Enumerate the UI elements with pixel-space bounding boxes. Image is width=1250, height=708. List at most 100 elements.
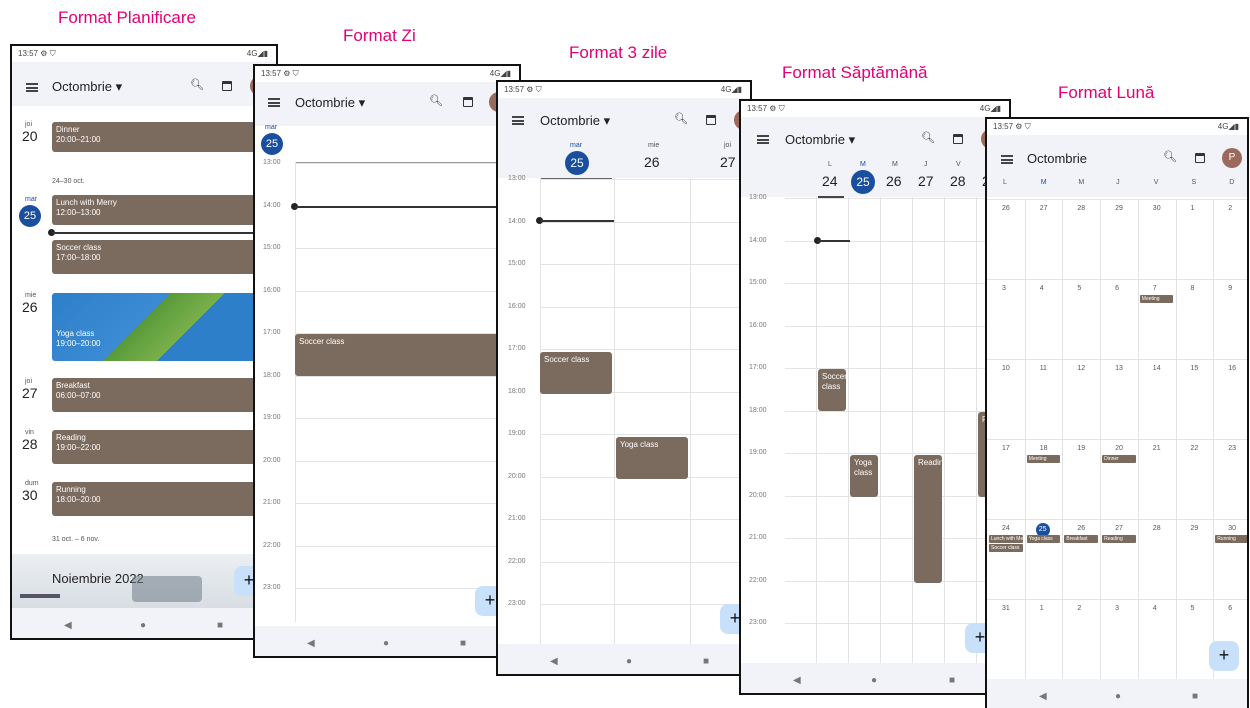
day-number[interactable]: 28 — [1077, 205, 1085, 212]
search-icon[interactable]: 🔍︎ — [190, 78, 204, 91]
day-number[interactable]: 14 — [1153, 365, 1161, 372]
day-number[interactable]: 27 — [1040, 205, 1048, 212]
menu-icon[interactable] — [268, 98, 280, 107]
event-card[interactable]: Soccer class — [295, 334, 519, 376]
today-circle[interactable]: 25 — [261, 133, 283, 155]
event-card[interactable]: Yoga class — [616, 437, 688, 479]
event-card[interactable]: Yoga class — [850, 455, 878, 497]
month-event-chip[interactable]: Running — [1215, 535, 1247, 543]
menu-icon[interactable] — [757, 135, 769, 144]
event-card[interactable]: Soccer class 17:00–18:00 — [52, 240, 276, 274]
day-number[interactable]: 30 — [1228, 525, 1236, 532]
day-number[interactable]: 3 — [1115, 605, 1119, 612]
day-number[interactable]: 21 — [1153, 445, 1161, 452]
day-number[interactable]: 17 — [1002, 445, 1010, 452]
home-icon[interactable]: ● — [383, 638, 389, 649]
event-card[interactable]: Reading — [914, 455, 942, 583]
day-number[interactable]: 6 — [1115, 285, 1119, 292]
day-number[interactable]: 4 — [1153, 605, 1157, 612]
day-number[interactable]: 26 — [1077, 525, 1085, 532]
menu-icon[interactable] — [512, 116, 524, 125]
day-number[interactable]: 31 — [1002, 605, 1010, 612]
search-icon[interactable]: 🔍︎ — [429, 94, 443, 107]
day-number[interactable]: 18 — [1040, 445, 1048, 452]
recents-icon[interactable]: ■ — [949, 675, 955, 686]
day-number[interactable]: 7 — [1153, 285, 1157, 292]
month-selector[interactable]: Octombrie ▾ — [295, 95, 365, 111]
day-number[interactable]: 13 — [1115, 365, 1123, 372]
today-icon[interactable] — [222, 81, 232, 91]
home-icon[interactable]: ● — [1115, 691, 1121, 702]
back-icon[interactable]: ◀ — [550, 656, 558, 667]
day-number[interactable]: 16 — [1228, 365, 1236, 372]
day-number[interactable]: 12 — [1077, 365, 1085, 372]
month-event-chip[interactable]: Breakfast — [1064, 535, 1099, 543]
month-selector[interactable]: Octombrie ▾ — [52, 79, 122, 95]
event-card[interactable]: Running 18:00–20:00 — [52, 482, 276, 516]
day-number[interactable]: 24 — [1002, 525, 1010, 532]
today-icon[interactable] — [463, 97, 473, 107]
day-number[interactable]: 26 — [1002, 205, 1010, 212]
month-event-chip[interactable]: Lunch with Merry — [989, 535, 1023, 543]
back-icon[interactable]: ◀ — [793, 675, 801, 686]
month-selector[interactable]: Octombrie ▾ — [785, 132, 855, 148]
day-number[interactable]: 29 — [1115, 205, 1123, 212]
today-icon[interactable] — [1195, 153, 1205, 163]
day-number[interactable]: 5 — [1191, 605, 1195, 612]
today-icon[interactable] — [706, 115, 716, 125]
day-number[interactable]: 5 — [1077, 285, 1081, 292]
recents-icon[interactable]: ■ — [460, 638, 466, 649]
day-number[interactable]: 4 — [1040, 285, 1044, 292]
day-number[interactable]: 15 — [1191, 365, 1199, 372]
recents-icon[interactable]: ■ — [217, 620, 223, 631]
back-icon[interactable]: ◀ — [307, 638, 315, 649]
menu-icon[interactable] — [1001, 155, 1013, 164]
day-number[interactable]: 23 — [1228, 445, 1236, 452]
day-number[interactable]: 2 — [1228, 205, 1232, 212]
event-card[interactable]: Soccer class — [540, 352, 612, 394]
create-event-button[interactable]: + — [1209, 641, 1239, 671]
event-card[interactable]: Soccer class — [818, 369, 846, 411]
day-number[interactable]: 11 — [1040, 365, 1047, 372]
home-icon[interactable]: ● — [871, 675, 877, 686]
event-card[interactable]: Dinner 20:00–21:00 — [52, 122, 276, 152]
today-circle[interactable]: 25 — [565, 151, 589, 175]
month-selector[interactable]: Octombrie — [1027, 151, 1087, 166]
month-event-chip[interactable]: Yoga class — [1026, 535, 1061, 543]
month-event-chip[interactable]: Soccer class — [989, 544, 1023, 552]
event-card[interactable]: Breakfast 06:00–07:00 — [52, 378, 276, 412]
home-icon[interactable]: ● — [140, 620, 146, 631]
event-card-illustrated[interactable]: Yoga class 19:00–20:00 — [52, 293, 276, 361]
today-icon[interactable] — [953, 134, 963, 144]
month-event-chip[interactable]: Meeting — [1026, 455, 1061, 463]
day-number[interactable]: 30 — [1153, 205, 1161, 212]
day-number[interactable]: 8 — [1191, 285, 1195, 292]
search-icon[interactable]: 🔍︎ — [674, 112, 688, 125]
back-icon[interactable]: ◀ — [64, 620, 72, 631]
today-circle[interactable]: 25 — [19, 205, 41, 227]
day-number[interactable]: 19 — [1077, 445, 1085, 452]
today-circle[interactable]: 25 — [851, 170, 875, 194]
day-number[interactable]: 22 — [1191, 445, 1199, 452]
home-icon[interactable]: ● — [626, 656, 632, 667]
day-number[interactable]: 2 — [1077, 605, 1081, 612]
day-number[interactable]: 28 — [1153, 525, 1161, 532]
event-card[interactable]: Reading 19:00–22:00 — [52, 430, 276, 464]
day-number[interactable]: 1 — [1040, 605, 1044, 612]
search-icon[interactable]: 🔍︎ — [1163, 150, 1177, 163]
menu-icon[interactable] — [26, 83, 38, 92]
day-number[interactable]: 9 — [1228, 285, 1232, 292]
month-selector[interactable]: Octombrie ▾ — [540, 113, 610, 129]
recents-icon[interactable]: ■ — [703, 656, 709, 667]
day-number[interactable]: 3 — [1002, 285, 1006, 292]
day-number[interactable]: 29 — [1191, 525, 1199, 532]
month-event-chip[interactable]: Dinner — [1102, 455, 1136, 463]
day-number[interactable]: 6 — [1228, 605, 1232, 612]
month-event-chip[interactable]: Reading — [1102, 535, 1136, 543]
avatar[interactable]: P — [1222, 148, 1242, 168]
day-number[interactable]: 20 — [1115, 445, 1123, 452]
month-event-chip[interactable]: Meeting — [1139, 295, 1174, 303]
recents-icon[interactable]: ■ — [1192, 691, 1198, 702]
day-number[interactable]: 10 — [1002, 365, 1010, 372]
search-icon[interactable]: 🔍︎ — [921, 131, 935, 144]
